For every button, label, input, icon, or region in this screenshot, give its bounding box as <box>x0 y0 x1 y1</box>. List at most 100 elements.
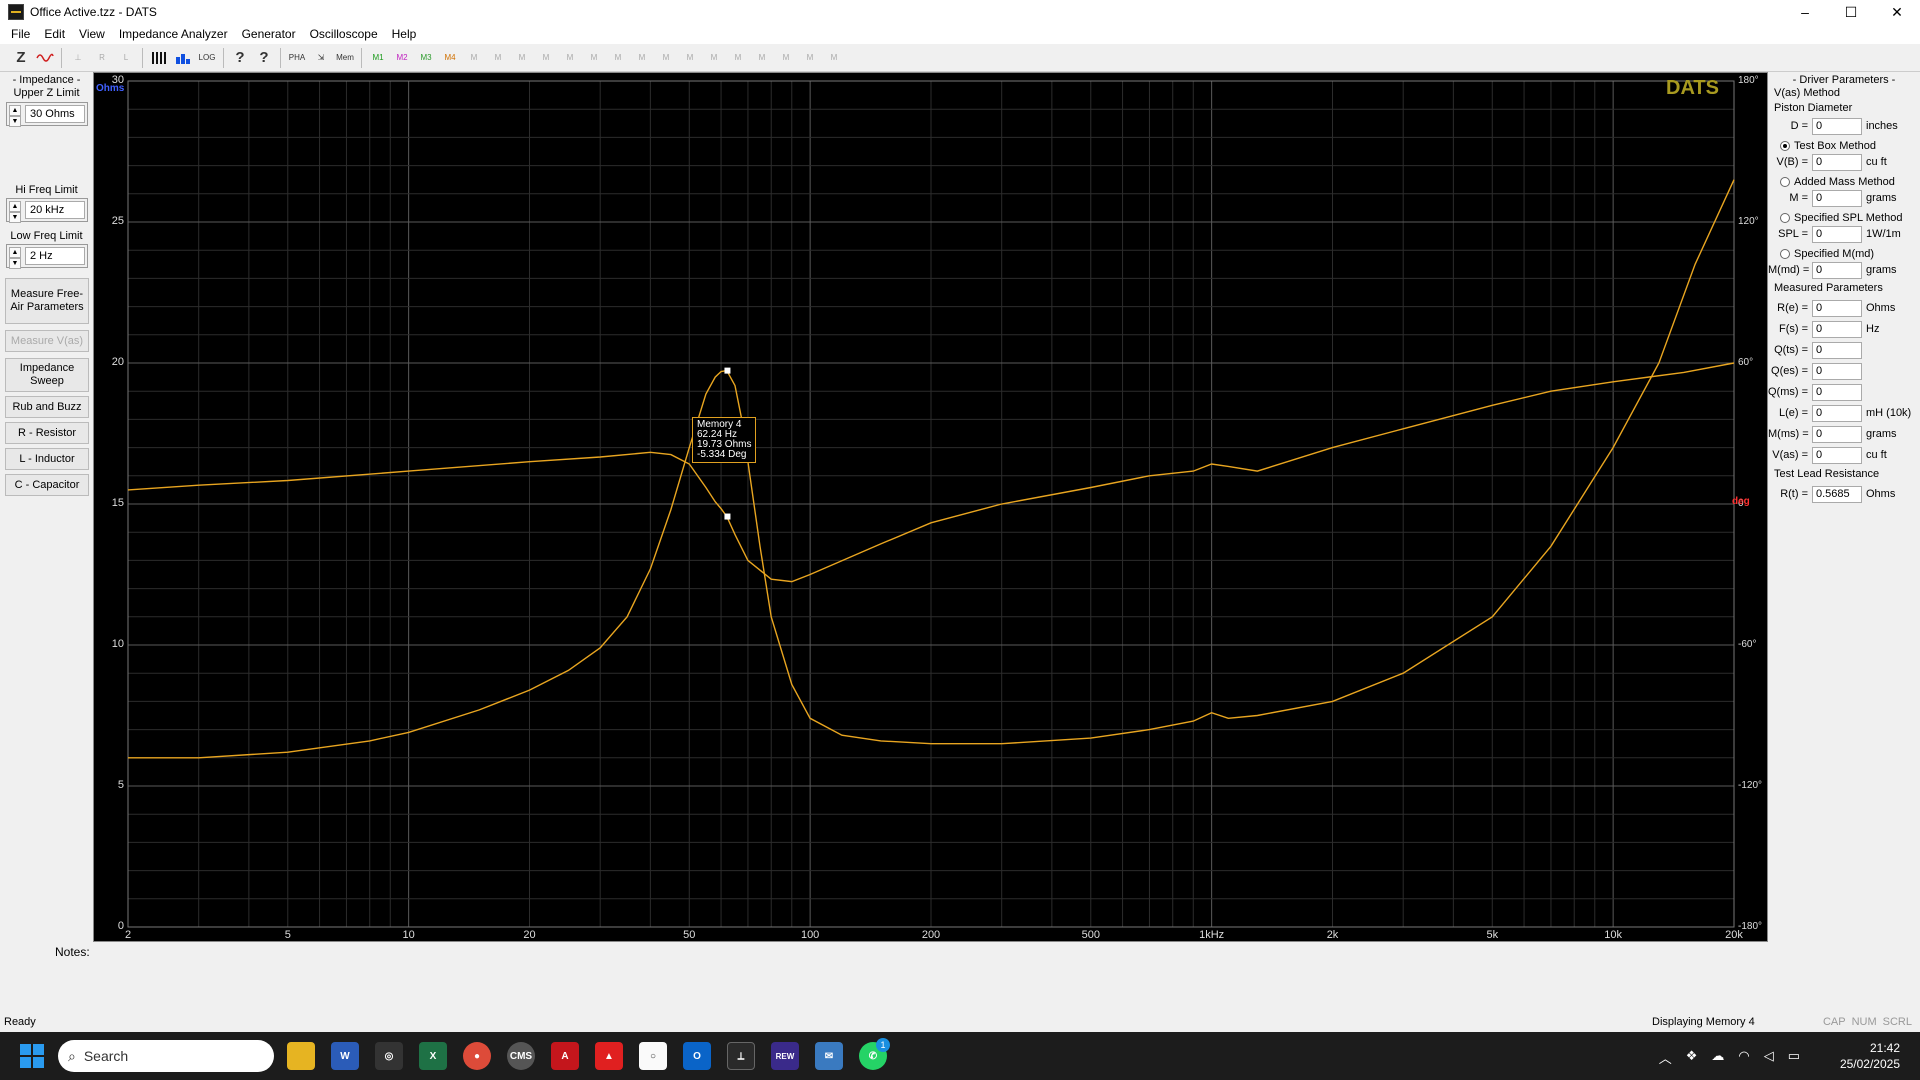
low-freq-spinner[interactable]: ▲ ▼ 2 Hz <box>6 244 88 269</box>
spin-up-icon[interactable]: ▲ <box>9 247 21 258</box>
vb-field[interactable]: 0 <box>1812 153 1862 171</box>
onedrive-icon[interactable]: ☁ <box>1711 1048 1724 1067</box>
menu-edit[interactable]: Edit <box>37 27 72 41</box>
wifi-icon[interactable]: ◠ <box>1738 1048 1749 1067</box>
re-field[interactable]: 0 <box>1812 299 1862 317</box>
resistor-button[interactable]: R - Resistor <box>5 422 89 444</box>
marker-point <box>724 367 731 374</box>
d-field[interactable]: 0 <box>1812 117 1862 135</box>
menu-oscilloscope[interactable]: Oscilloscope <box>303 27 385 41</box>
roon-icon[interactable]: ○ <box>639 1042 667 1070</box>
mmd-field[interactable]: 0 <box>1812 261 1862 279</box>
memory-3-icon[interactable]: M3 <box>415 47 437 69</box>
taskbar-search[interactable]: ⌕ Search <box>58 1040 274 1072</box>
rew-icon[interactable]: REW <box>771 1042 799 1070</box>
clock[interactable]: 21:42 25/02/2025 <box>1840 1040 1900 1072</box>
word-icon[interactable]: W <box>331 1042 359 1070</box>
y-tick-label: 15 <box>111 497 124 509</box>
cms-icon[interactable]: CMS <box>507 1042 535 1070</box>
qms-field[interactable]: 0 <box>1812 383 1862 401</box>
marker-tooltip: Memory 4 62.24 Hz 19.73 Ohms -5.334 Deg <box>692 417 757 463</box>
spl-field[interactable]: 0 <box>1812 225 1862 243</box>
context-help-icon[interactable]: ? <box>253 47 275 69</box>
disabled-tool-1-icon: ⊥ <box>74 52 82 62</box>
m-unit: grams <box>1866 192 1897 204</box>
hi-freq-value[interactable]: 20 kHz <box>25 201 85 219</box>
upper-z-value[interactable]: 30 Ohms <box>25 105 85 123</box>
qts-field[interactable]: 0 <box>1812 341 1862 359</box>
mms-field[interactable]: 0 <box>1812 425 1862 443</box>
dropbox-icon[interactable]: ❖ <box>1686 1048 1698 1067</box>
plot-area[interactable]: 2 5 10 20 50 100 200 500 1kHz 2k 5k 10k 20k 30 25 20 15 1… <box>93 72 1768 942</box>
hi-freq-spinner[interactable]: ▲ ▼ 20 kHz <box>6 198 88 223</box>
spin-down-icon[interactable]: ▼ <box>9 212 21 223</box>
battery-icon[interactable]: ▭ <box>1788 1048 1800 1067</box>
radio-icon[interactable] <box>1780 177 1790 187</box>
impedance-chart[interactable] <box>94 73 1769 943</box>
spin-up-icon[interactable]: ▲ <box>9 105 21 116</box>
inductor-button[interactable]: L - Inductor <box>5 448 89 470</box>
menu-generator[interactable]: Generator <box>235 27 303 41</box>
m-field[interactable]: 0 <box>1812 189 1862 207</box>
chrome-icon[interactable]: ● <box>463 1042 491 1070</box>
measure-free-air-button[interactable]: Measure Free-Air Parameters <box>5 278 89 324</box>
phase-icon[interactable]: PHA <box>286 47 308 69</box>
spin-down-icon[interactable]: ▼ <box>9 258 21 269</box>
radio-icon[interactable] <box>1780 213 1790 223</box>
vas-method-title: V(as) Method <box>1774 87 1841 99</box>
memory-4-icon[interactable]: M4 <box>439 47 461 69</box>
minimize-button[interactable]: – <box>1782 0 1828 24</box>
radio-selected-icon[interactable] <box>1780 141 1790 151</box>
acrobat-icon[interactable]: A <box>551 1042 579 1070</box>
file-explorer-icon[interactable] <box>287 1042 315 1070</box>
spin-down-icon[interactable]: ▼ <box>9 116 21 127</box>
log-icon[interactable]: LOG <box>196 47 218 69</box>
scale-icon[interactable]: ⇲ <box>310 47 332 69</box>
help-icon[interactable]: ? <box>229 47 251 69</box>
menu-view[interactable]: View <box>72 27 112 41</box>
le-field[interactable]: 0 <box>1812 404 1862 422</box>
memory-2-icon[interactable]: M2 <box>391 47 413 69</box>
mms-label: M(ms) = <box>1768 428 1809 440</box>
rt-field[interactable]: 0.5685 <box>1812 485 1862 503</box>
memory-w-icon[interactable]: Mem <box>334 47 356 69</box>
x-tick-label: 1kHz <box>1199 929 1225 941</box>
autocad-icon[interactable]: ▲ <box>595 1042 623 1070</box>
x-tick-label: 5k <box>1486 929 1499 941</box>
measure-vas-button[interactable]: Measure V(as) <box>5 330 89 352</box>
volume-icon[interactable]: ◁ <box>1764 1048 1774 1067</box>
dats-taskbar-icon[interactable]: ⟂ <box>727 1042 755 1070</box>
menu-impedance-analyzer[interactable]: Impedance Analyzer <box>112 27 235 41</box>
impedance-mode-button[interactable]: Z <box>10 47 32 69</box>
magnifier-icon[interactable]: ◎ <box>375 1042 403 1070</box>
vas-field[interactable]: 0 <box>1812 446 1862 464</box>
excel-icon[interactable]: X <box>419 1042 447 1070</box>
y-tick-label: 25 <box>111 215 124 227</box>
rub-and-buzz-button[interactable]: Rub and Buzz <box>5 396 89 418</box>
waveform-icon[interactable] <box>34 47 56 69</box>
capacitor-button[interactable]: C - Capacitor <box>5 474 89 496</box>
outlook-icon[interactable]: O <box>683 1042 711 1070</box>
windows-start-icon[interactable] <box>20 1044 44 1068</box>
memory-1-icon[interactable]: M1 <box>367 47 389 69</box>
impedance-sweep-button[interactable]: Impedance Sweep <box>5 358 89 392</box>
bars-icon[interactable] <box>148 47 170 69</box>
notification-badge: 1 <box>876 1038 890 1052</box>
menu-help[interactable]: Help <box>385 27 424 41</box>
chart-icon[interactable] <box>172 47 194 69</box>
chevron-up-icon[interactable]: ︿ <box>1659 1048 1672 1067</box>
low-freq-value[interactable]: 2 Hz <box>25 247 85 265</box>
menu-file[interactable]: File <box>4 27 37 41</box>
close-button[interactable]: ✕ <box>1874 0 1920 24</box>
rt-row: R(t) = 0.5685 Ohms <box>1768 484 1920 504</box>
fs-label: F(s) = <box>1778 323 1808 335</box>
maximize-button[interactable]: ☐ <box>1828 0 1874 24</box>
qes-field[interactable]: 0 <box>1812 362 1862 380</box>
inbox-icon[interactable]: ✉ <box>815 1042 843 1070</box>
spin-up-icon[interactable]: ▲ <box>9 201 21 212</box>
upper-z-spinner[interactable]: ▲ ▼ 30 Ohms <box>6 102 88 127</box>
status-memory: Displaying Memory 4 <box>1652 1016 1755 1028</box>
radio-icon[interactable] <box>1780 249 1790 259</box>
clock-time: 21:42 <box>1869 1041 1900 1055</box>
fs-field[interactable]: 0 <box>1812 320 1862 338</box>
